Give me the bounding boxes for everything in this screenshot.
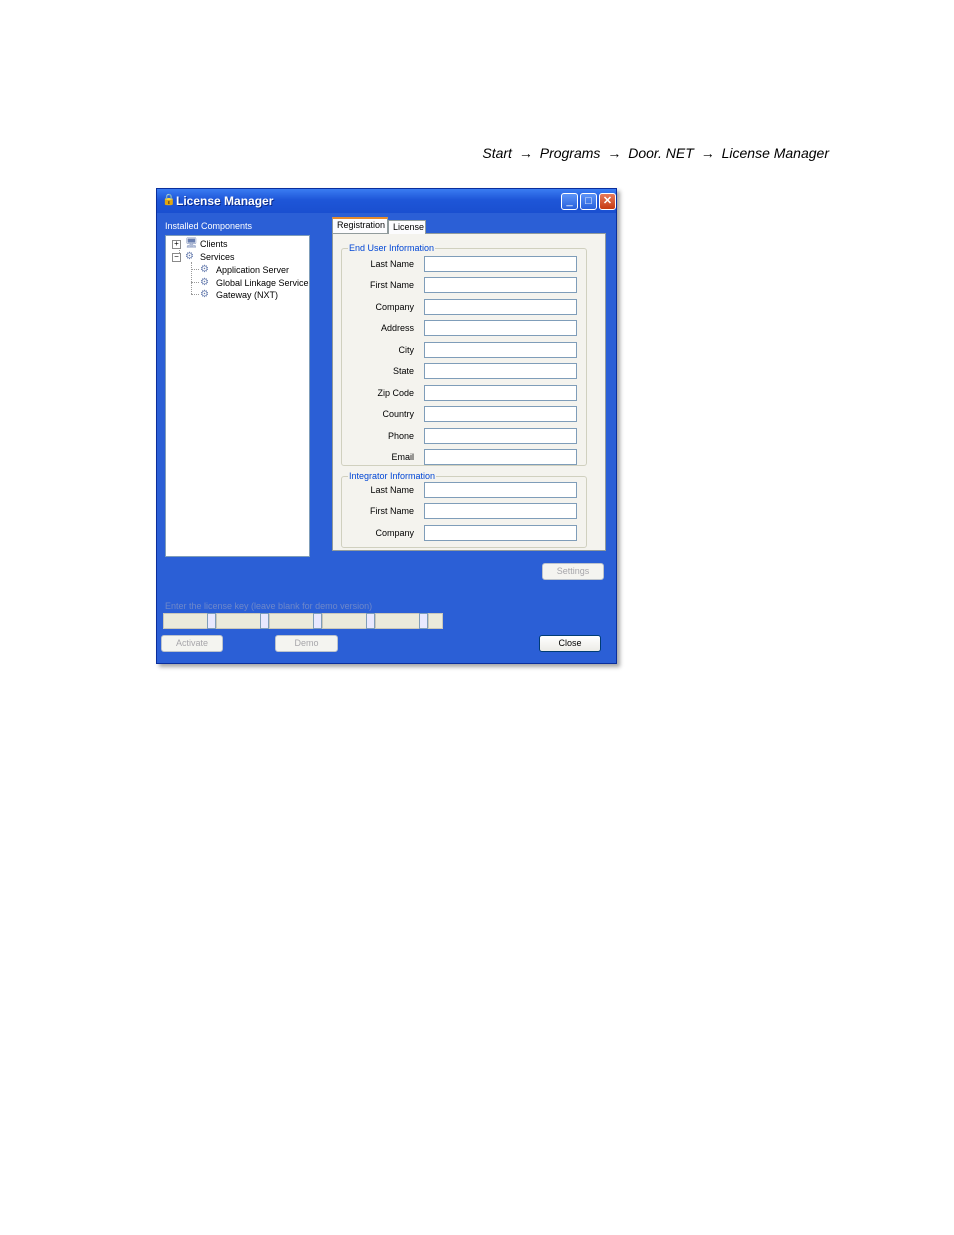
breadcrumb: Start → Programs → Door. NET → License M…	[0, 145, 829, 161]
license-key-separator	[260, 613, 269, 629]
first-name-field[interactable]	[424, 277, 577, 293]
license-manager-window: 🔒 License Manager _ □ ✕ Installed Compon…	[156, 188, 617, 664]
country-field[interactable]	[424, 406, 577, 422]
tree-connector	[191, 282, 199, 283]
expand-clients-toggle[interactable]: +	[172, 240, 181, 249]
tab-license[interactable]: License	[388, 220, 426, 234]
settings-button[interactable]: Settings	[542, 563, 604, 580]
integrator-last-name-field[interactable]	[424, 482, 577, 498]
end-user-group-title: End User Information	[348, 243, 436, 253]
zip-code-field[interactable]	[424, 385, 577, 401]
license-key-field[interactable]	[163, 613, 208, 629]
address-label: Address	[380, 323, 414, 333]
integrator-group: Integrator Information Last Name First N…	[341, 471, 587, 548]
license-key-separator	[419, 613, 428, 629]
breadcrumb-item-programs: Programs	[539, 145, 601, 161]
clients-icon: 🖥	[185, 238, 198, 249]
tree-connector	[191, 262, 192, 294]
tree-item-gateway-nxt[interactable]: Gateway (NXT)	[216, 290, 278, 300]
tree-item-services[interactable]: Services	[200, 252, 235, 262]
gear-icon: ⚙	[185, 251, 194, 262]
minimize-button[interactable]: _	[561, 193, 578, 210]
integrator-group-title: Integrator Information	[348, 471, 437, 481]
phone-label: Phone	[387, 431, 414, 441]
tree-connector	[191, 269, 199, 270]
tree-item-global-linkage-service[interactable]: Global Linkage Service	[216, 278, 309, 288]
window-client-area: Installed Components + 🖥 Clients − ⚙ Ser…	[157, 213, 616, 663]
components-tree[interactable]: + 🖥 Clients − ⚙ Services ⚙ Application S…	[165, 235, 310, 557]
breadcrumb-item-door-net: Door. NET	[628, 145, 694, 161]
tab-control: End User Information Last Name First Nam…	[332, 217, 606, 557]
arrow-icon: →	[518, 145, 533, 161]
city-field[interactable]	[424, 342, 577, 358]
license-key-field[interactable]	[269, 613, 314, 629]
breadcrumb-item-start: Start	[482, 145, 512, 161]
close-window-button[interactable]: ✕	[599, 193, 616, 210]
license-key-field[interactable]	[375, 613, 420, 629]
license-key-field[interactable]	[322, 613, 367, 629]
license-key-field[interactable]	[428, 613, 443, 629]
integrator-company-label: Company	[375, 528, 414, 538]
state-field[interactable]	[424, 363, 577, 379]
integrator-first-name-label: First Name	[369, 506, 414, 516]
lock-icon: 🔒	[162, 194, 176, 206]
license-key-field[interactable]	[216, 613, 261, 629]
integrator-company-field[interactable]	[424, 525, 577, 541]
collapse-services-toggle[interactable]: −	[172, 253, 181, 262]
address-field[interactable]	[424, 320, 577, 336]
window-title: License Manager	[176, 194, 274, 208]
phone-field[interactable]	[424, 428, 577, 444]
state-label: State	[392, 366, 414, 376]
installed-components-label: Installed Components	[165, 221, 253, 231]
demo-button[interactable]: Demo	[275, 635, 338, 652]
gear-icon: ⚙	[200, 289, 209, 300]
country-label: Country	[382, 409, 414, 419]
first-name-label: First Name	[369, 280, 414, 290]
tree-item-application-server[interactable]: Application Server	[216, 265, 289, 275]
arrow-icon: →	[700, 145, 715, 161]
license-key-separator	[313, 613, 322, 629]
last-name-label: Last Name	[370, 259, 414, 269]
tree-item-clients[interactable]: Clients	[200, 239, 228, 249]
email-field[interactable]	[424, 449, 577, 465]
registration-panel: End User Information Last Name First Nam…	[332, 233, 606, 551]
license-key-separator	[366, 613, 375, 629]
company-field[interactable]	[424, 299, 577, 315]
end-user-group: End User Information Last Name First Nam…	[341, 243, 587, 466]
company-label: Company	[375, 302, 414, 312]
integrator-last-name-label: Last Name	[370, 485, 414, 495]
last-name-field[interactable]	[424, 256, 577, 272]
license-key-separator	[207, 613, 216, 629]
title-bar[interactable]: 🔒 License Manager _ □ ✕	[157, 189, 616, 213]
maximize-button[interactable]: □	[580, 193, 597, 210]
gear-icon: ⚙	[200, 264, 209, 275]
tree-connector	[191, 294, 199, 295]
tab-registration[interactable]: Registration	[332, 217, 388, 233]
arrow-icon: →	[607, 145, 622, 161]
email-label: Email	[391, 452, 414, 462]
city-label: City	[398, 345, 415, 355]
license-key-label: Enter the license key (leave blank for d…	[165, 601, 373, 611]
integrator-first-name-field[interactable]	[424, 503, 577, 519]
gear-icon: ⚙	[200, 277, 209, 288]
zip-code-label: Zip Code	[377, 388, 414, 398]
activate-button[interactable]: Activate	[161, 635, 223, 652]
breadcrumb-item-license-manager: License Manager	[721, 145, 829, 161]
close-button[interactable]: Close	[539, 635, 601, 652]
